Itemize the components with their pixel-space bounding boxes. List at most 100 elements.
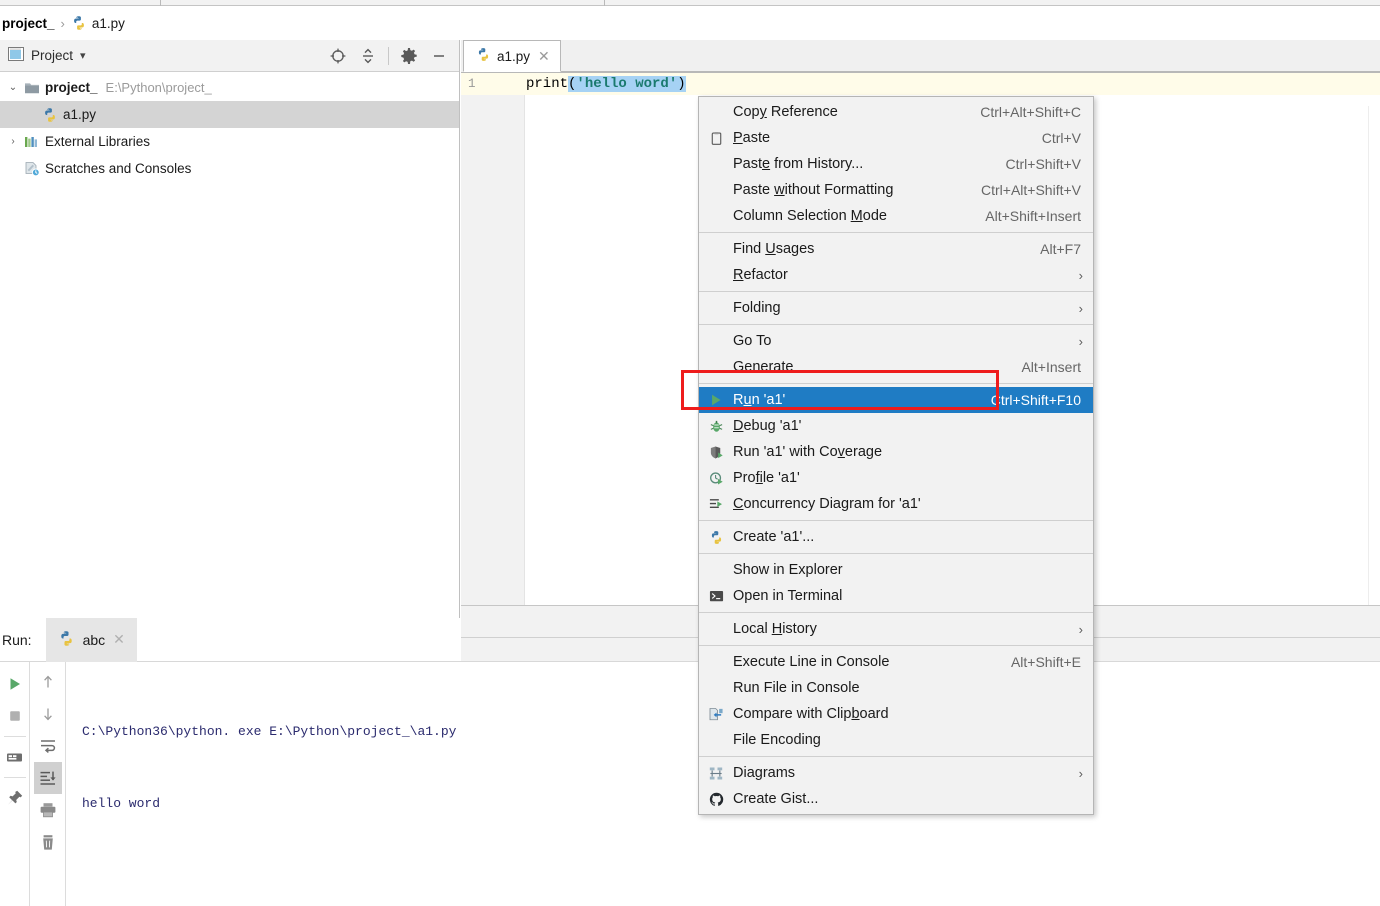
tree-row[interactable]: Scratches and Consoles [0, 155, 459, 182]
menu-item-label: Paste from History... [733, 156, 864, 172]
menu-item-run-a1-with-coverage[interactable]: Run 'a1' with Coverage [699, 439, 1093, 465]
close-icon[interactable]: ✕ [538, 48, 550, 65]
project-window-icon [8, 47, 24, 64]
menu-item-label: Find Usages [733, 241, 815, 257]
menu-item-create-gist[interactable]: Create Gist... [699, 786, 1093, 812]
menu-item-column-selection-mode[interactable]: Column Selection Mode Alt+Shift+Insert [699, 203, 1093, 229]
menu-separator [699, 291, 1093, 292]
project-tree: ⌄ project_ E:\Python\project_ a1.py › Ex… [0, 72, 459, 182]
minimize-icon[interactable] [425, 43, 453, 69]
menu-item-refactor[interactable]: Refactor › [699, 262, 1093, 288]
no-icon [703, 180, 729, 200]
menu-separator [699, 612, 1093, 613]
run-tab-abc[interactable]: abc ✕ [45, 617, 137, 662]
console-output[interactable]: C:\Python36\python. exe E:\Python\projec… [66, 662, 461, 906]
menu-item-folding[interactable]: Folding › [699, 295, 1093, 321]
github-icon [703, 789, 729, 809]
python-icon [58, 630, 75, 650]
up-arrow-icon[interactable] [34, 666, 62, 698]
menu-item-diagrams[interactable]: Diagrams › [699, 760, 1093, 786]
pin-tab-icon[interactable] [1, 782, 29, 814]
menu-item-shortcut: Ctrl+Alt+Shift+V [981, 182, 1081, 198]
breadcrumb: project_ › a1.py [0, 6, 1380, 40]
menu-item-profile-a1[interactable]: Profile 'a1' [699, 465, 1093, 491]
chevron-down-icon[interactable]: ▾ [80, 49, 86, 62]
menu-item-file-encoding[interactable]: File Encoding [699, 727, 1093, 753]
chevron-down-icon[interactable]: ⌄ [4, 82, 22, 93]
menu-item-concurrency-diagram-for-a1[interactable]: Concurrency Diagram for 'a1' [699, 491, 1093, 517]
chevron-right-icon: › [1078, 300, 1083, 316]
menu-item-local-history[interactable]: Local History › [699, 616, 1093, 642]
tree-row[interactable]: ⌄ project_ E:\Python\project_ [0, 74, 459, 101]
console-view-icon[interactable] [1, 741, 29, 773]
chevron-right-icon: › [1078, 621, 1083, 637]
menu-item-execute-line-in-console[interactable]: Execute Line in Console Alt+Shift+E [699, 649, 1093, 675]
chevron-right-icon[interactable]: › [4, 136, 22, 147]
print-icon[interactable] [34, 794, 62, 826]
tree-item-path: E:\Python\project_ [105, 80, 212, 95]
menu-item-run-file-in-console[interactable]: Run File in Console [699, 675, 1093, 701]
editor-context-menu[interactable]: Copy Reference Ctrl+Alt+Shift+C Paste Ctrl+… [698, 96, 1094, 815]
menu-item-go-to[interactable]: Go To › [699, 328, 1093, 354]
menu-item-open-in-terminal[interactable]: Open in Terminal [699, 583, 1093, 609]
menu-item-generate[interactable]: Generate Alt+Insert [699, 354, 1093, 380]
menu-item-label: Local History [733, 621, 817, 637]
menu-item-shortcut: Ctrl+V [1041, 130, 1081, 146]
debug-icon [703, 416, 729, 436]
menu-item-run-a1[interactable]: Run 'a1' Ctrl+Shift+F10 [699, 387, 1093, 413]
collapse-all-icon[interactable] [354, 43, 382, 69]
menu-item-label: Refactor [733, 267, 788, 283]
project-panel-toolbar [324, 40, 453, 72]
menu-item-shortcut: Alt+Shift+E [1010, 654, 1081, 670]
no-icon [703, 265, 729, 285]
console-line: C:\Python36\python. exe E:\Python\projec… [82, 724, 457, 739]
locate-icon[interactable] [324, 43, 352, 69]
menu-item-label: Profile 'a1' [733, 470, 800, 486]
menu-item-label: Folding [733, 300, 781, 316]
menu-separator [699, 324, 1093, 325]
menu-item-create-a1[interactable]: Create 'a1'... [699, 524, 1093, 550]
menu-item-paste[interactable]: Paste Ctrl+V [699, 125, 1093, 151]
no-icon [703, 730, 729, 750]
breadcrumb-file[interactable]: a1.py [92, 16, 125, 31]
menu-item-shortcut: Alt+F7 [1040, 241, 1081, 257]
clear-all-icon[interactable] [34, 826, 62, 858]
python-file-icon [476, 47, 491, 65]
toolbar-divider [3, 777, 26, 778]
no-icon [703, 239, 729, 259]
menu-item-compare-with-clipboard[interactable]: Compare with Clipboard [699, 701, 1093, 727]
menu-item-label: Run 'a1' [733, 392, 786, 408]
menu-item-show-in-explorer[interactable]: Show in Explorer [699, 557, 1093, 583]
project-panel-header: Project ▾ [0, 40, 459, 72]
run-tool-window: Run: abc ✕ C:\Python36\python. exe E:\Py… [0, 617, 461, 906]
down-arrow-icon[interactable] [34, 698, 62, 730]
concurrency-icon [703, 494, 729, 514]
no-icon [703, 331, 729, 351]
stop-icon[interactable] [1, 700, 29, 732]
menu-separator [699, 232, 1093, 233]
code-line-1: 1 print('hello word') [461, 73, 1380, 95]
editor-scrollbar[interactable] [1368, 106, 1380, 618]
menu-item-shortcut: Alt+Insert [1021, 359, 1081, 375]
tree-row[interactable]: › External Libraries [0, 128, 459, 155]
python-file-icon [40, 106, 60, 124]
tab-a1-py[interactable]: a1.py ✕ [463, 40, 561, 72]
rerun-icon[interactable] [1, 668, 29, 700]
menu-item-copy-reference[interactable]: Copy Reference Ctrl+Alt+Shift+C [699, 99, 1093, 125]
menu-separator [699, 553, 1093, 554]
menu-item-shortcut: Ctrl+Alt+Shift+C [980, 104, 1081, 120]
gear-icon[interactable] [395, 43, 423, 69]
chevron-right-icon: › [1078, 333, 1083, 349]
soft-wrap-icon[interactable] [34, 730, 62, 762]
menu-item-label: Create Gist... [733, 791, 819, 807]
scroll-to-end-icon[interactable] [33, 762, 62, 794]
menu-item-find-usages[interactable]: Find Usages Alt+F7 [699, 236, 1093, 262]
close-icon[interactable]: ✕ [113, 631, 125, 648]
breadcrumb-project[interactable]: project_ [2, 16, 55, 31]
menu-item-paste-from-history[interactable]: Paste from History... Ctrl+Shift+V [699, 151, 1093, 177]
menu-item-paste-without-formatting[interactable]: Paste without Formatting Ctrl+Alt+Shift+V [699, 177, 1093, 203]
tree-row[interactable]: a1.py [0, 101, 459, 128]
menu-item-debug-a1[interactable]: Debug 'a1' [699, 413, 1093, 439]
menu-item-label: Create 'a1'... [733, 529, 815, 545]
project-panel-title-group[interactable]: Project ▾ [0, 47, 86, 64]
